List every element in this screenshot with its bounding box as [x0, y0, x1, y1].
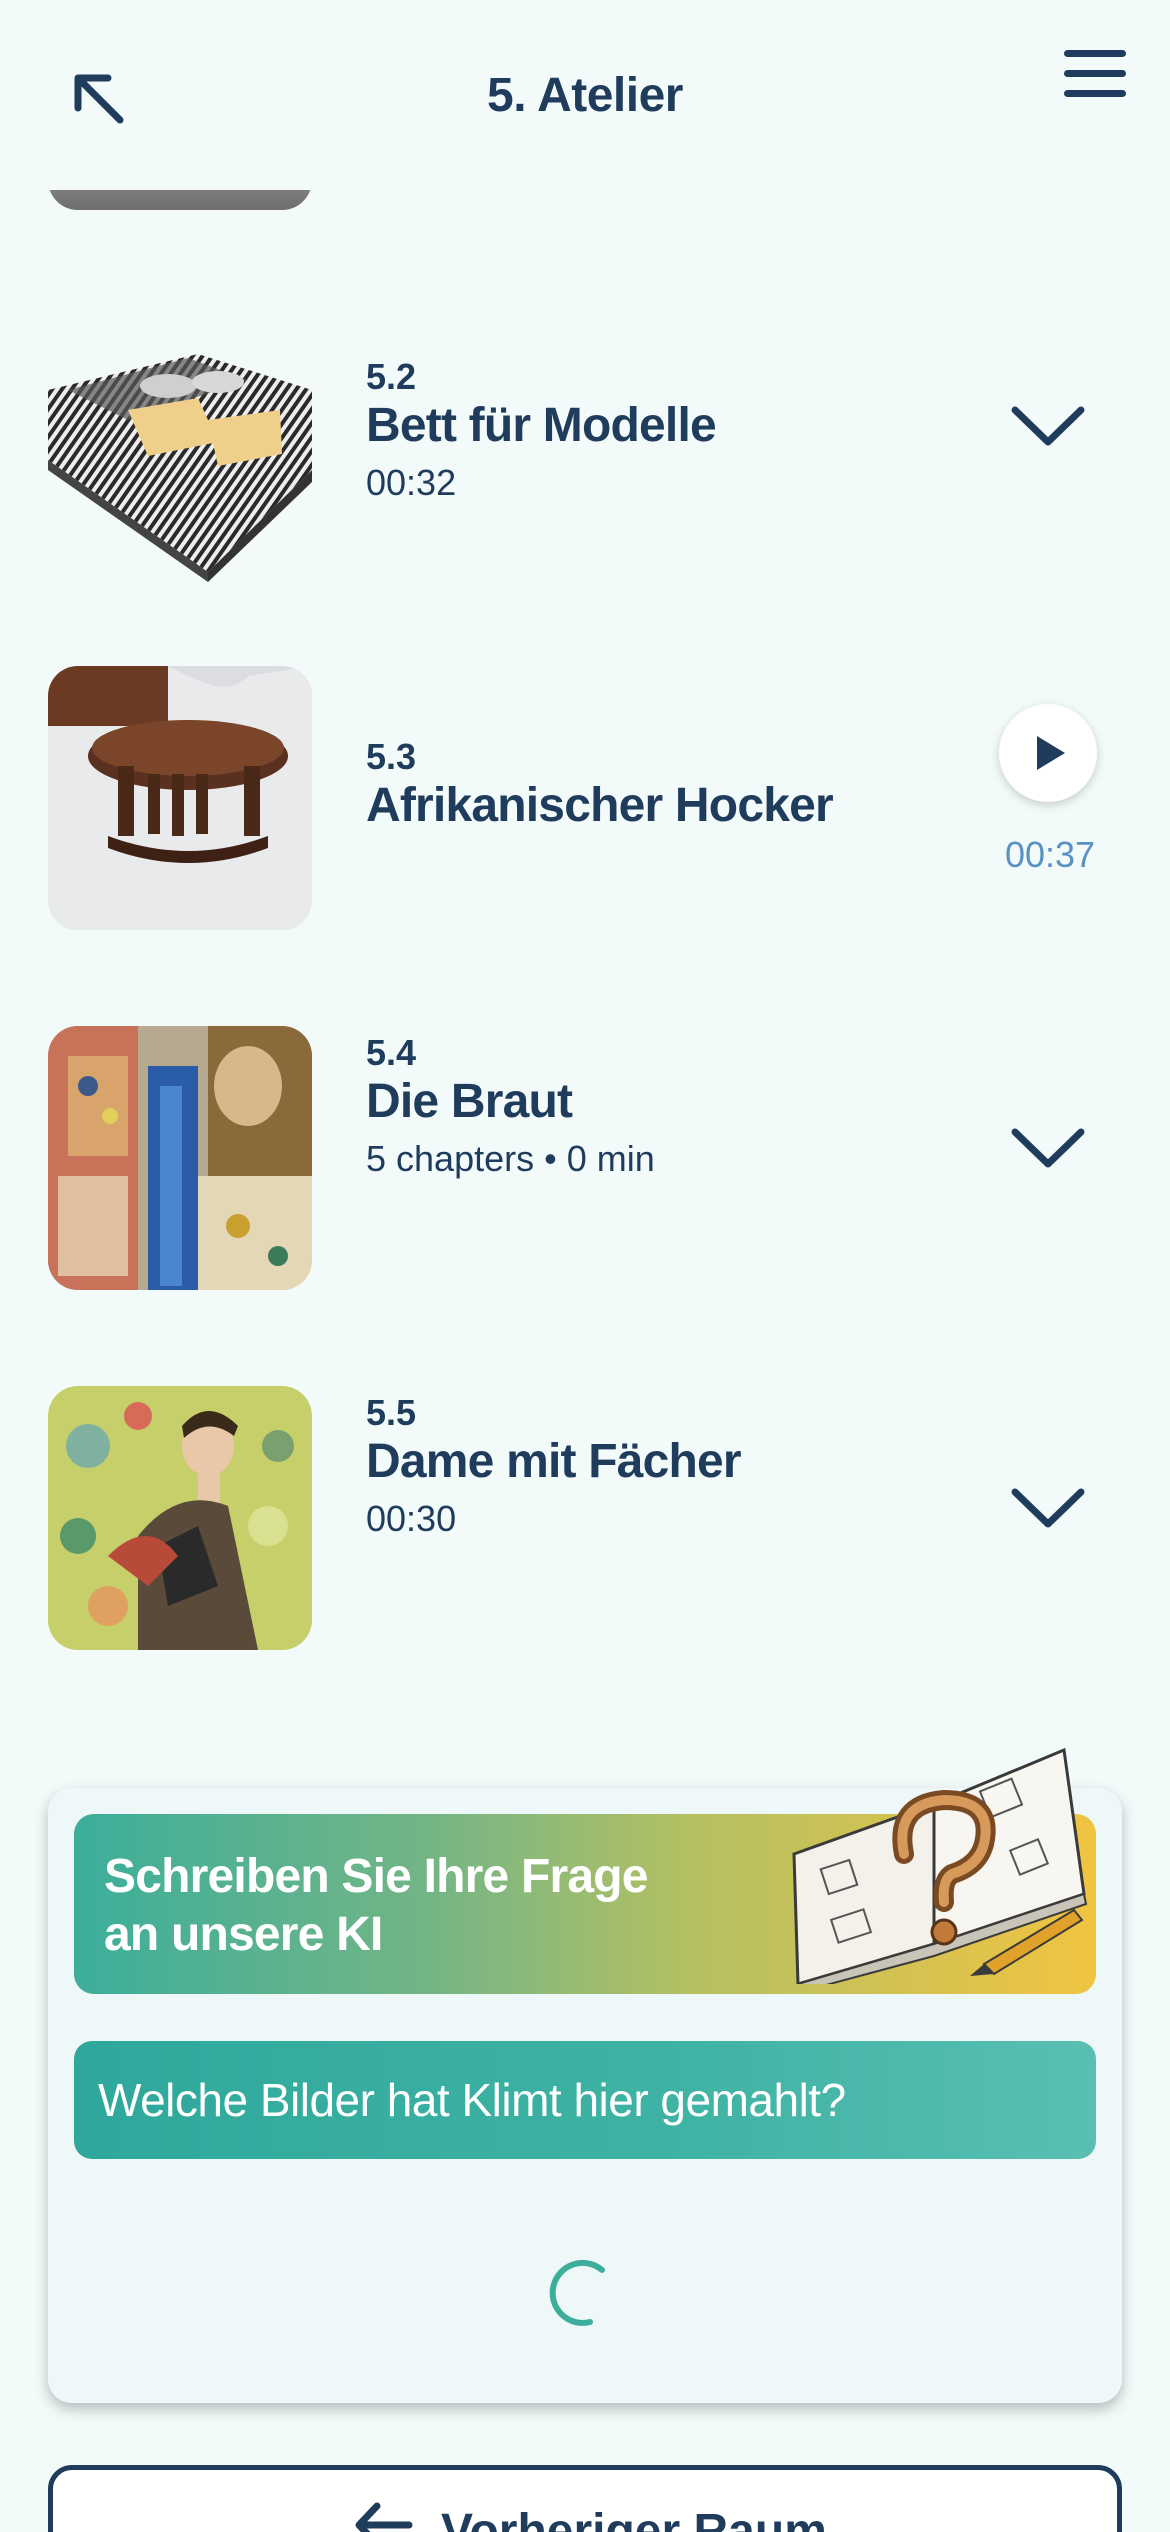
item-number: 5.3 [366, 736, 417, 777]
loading-spinner-icon [544, 2258, 618, 2332]
room-screen: 5. Atelier 5.2 Bett für Modelle 00:32 5.… [0, 0, 1170, 2532]
item-thumbnail [48, 1026, 312, 1290]
header: 5. Atelier [0, 0, 1170, 190]
item-number: 5.4 [366, 1032, 417, 1073]
arrow-left-icon [353, 2500, 413, 2532]
item-title: Afrikanischer Hocker [366, 779, 834, 832]
chevron-down-icon[interactable] [1010, 1124, 1086, 1174]
hamburger-menu-icon[interactable] [1062, 48, 1128, 100]
chevron-down-icon[interactable] [1010, 1484, 1086, 1534]
list-item[interactable]: 5.4 Die Braut 5 chapters • 0 min [0, 1026, 1170, 1290]
book-question-mark-icon [784, 1744, 1094, 1994]
item-duration: 00:30 [366, 1498, 457, 1539]
play-icon [1037, 736, 1065, 770]
page-title: 5. Atelier [487, 69, 683, 122]
list-item[interactable]: 5.5 Dame mit Fächer 00:30 [0, 1386, 1170, 1650]
item-title: Bett für Modelle [366, 399, 717, 452]
item-title: Die Braut [366, 1075, 573, 1128]
list-item[interactable]: 5.3 Afrikanischer Hocker 00:37 [0, 666, 1170, 930]
item-chapters: 5 chapters • 0 min [366, 1138, 655, 1179]
previous-room-label: Vorheriger Raum [441, 2505, 827, 2532]
chevron-down-icon[interactable] [1010, 402, 1086, 452]
item-thumbnail [48, 1386, 312, 1650]
item-duration: 00:32 [366, 462, 457, 503]
item-duration: 00:37 [1004, 834, 1096, 875]
previous-room-button[interactable]: Vorheriger Raum [48, 2465, 1122, 2532]
item-number: 5.5 [366, 1392, 417, 1433]
ai-banner[interactable]: Schreiben Sie Ihre Frage an unsere KI [74, 1747, 1096, 1994]
ai-assistant-card: Schreiben Sie Ihre Frage an unsere KI We… [48, 1747, 1122, 2403]
item-title: Dame mit Fächer [366, 1435, 742, 1488]
item-number: 5.2 [366, 356, 417, 397]
play-button[interactable] [999, 704, 1097, 802]
ai-banner-text: Schreiben Sie Ihre Frage an unsere KI [104, 1850, 648, 1961]
list-item[interactable]: 5.2 Bett für Modelle 00:32 [0, 350, 1170, 614]
item-thumbnail [48, 666, 312, 930]
ai-suggested-question[interactable]: Welche Bilder hat Klimt hier gemahlt? [74, 2041, 1096, 2159]
item-thumbnail [48, 350, 312, 614]
